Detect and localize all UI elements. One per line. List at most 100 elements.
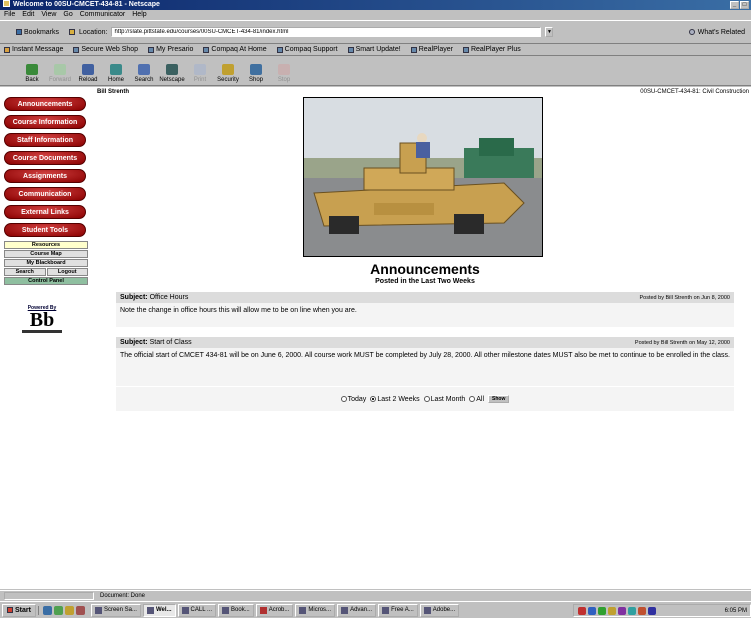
tray-icon[interactable]: [628, 606, 636, 615]
back-button[interactable]: Back: [18, 56, 46, 85]
windows-logo-icon: [7, 607, 13, 613]
resources-button[interactable]: Resources: [4, 241, 88, 249]
nav-communication[interactable]: Communication: [4, 187, 86, 201]
tray-icon[interactable]: [598, 606, 606, 615]
whats-related-button[interactable]: What's Related: [688, 29, 745, 36]
bookmark-page-icon: [462, 46, 469, 53]
announcement-posted: Posted by Bill Strenth on Jun 8, 2000: [639, 294, 730, 301]
radio-icon: [423, 395, 430, 402]
page-proxy-icon[interactable]: [69, 29, 76, 35]
taskbar-item[interactable]: Adobe...: [419, 603, 460, 617]
start-button[interactable]: Start: [2, 603, 36, 617]
desktop-icon[interactable]: [53, 605, 63, 615]
nav-announcements[interactable]: Announcements: [4, 97, 86, 111]
taskbar-item-active[interactable]: Wel...: [142, 603, 176, 617]
menu-view[interactable]: View: [41, 10, 56, 20]
nav-course-documents[interactable]: Course Documents: [4, 151, 86, 165]
logout-button[interactable]: Logout: [46, 268, 88, 276]
filter-option-last-month[interactable]: Last Month: [423, 395, 465, 403]
nav-student-tools[interactable]: Student Tools: [4, 223, 86, 237]
tray-icon[interactable]: [608, 606, 616, 615]
channels-icon[interactable]: [75, 605, 85, 615]
announcement-item: Subject: Start of Class Posted by Bill S…: [116, 337, 734, 386]
personal-item-realplayer-plus[interactable]: RealPlayer Plus: [462, 46, 521, 53]
filter-option-last-2-weeks[interactable]: Last 2 Weeks: [370, 395, 420, 403]
netscape-window: Welcome to 00SU-CMCET-434-81 - Netscape …: [0, 0, 751, 618]
minimize-button[interactable]: _: [730, 1, 739, 9]
window-controls: _ □: [730, 1, 749, 9]
announcement-body: Note the change in office hours this wil…: [116, 303, 734, 327]
search-logout-row: Search Logout: [4, 268, 88, 276]
show-button[interactable]: Show: [488, 395, 510, 403]
url-field[interactable]: [111, 27, 542, 37]
related-icon: [688, 29, 695, 35]
filter-option-all[interactable]: All: [469, 395, 484, 403]
print-icon: [194, 64, 206, 75]
status-bar: Document: Done: [0, 590, 751, 600]
search-button[interactable]: Search: [130, 56, 158, 85]
bookmarks-button[interactable]: Bookmarks: [16, 29, 59, 36]
bookmark-icon: [16, 29, 22, 35]
taskbar-item[interactable]: Book...: [218, 603, 254, 617]
personal-item-compaq-support[interactable]: Compaq Support: [276, 46, 338, 53]
menu-file[interactable]: File: [4, 10, 15, 20]
tray-icon[interactable]: [618, 606, 626, 615]
url-dropdown-button[interactable]: ▼: [545, 27, 554, 37]
navigation-toolbar: Back Forward Reload Home Search Netscape…: [0, 56, 751, 86]
blackboard-logo[interactable]: Powered By Bb: [22, 305, 62, 333]
taskbar-item[interactable]: Screen Sa...: [90, 603, 141, 617]
forward-button[interactable]: Forward: [46, 56, 74, 85]
personal-item-realplayer[interactable]: RealPlayer: [410, 46, 453, 53]
security-button[interactable]: Security: [214, 56, 242, 85]
personal-item-secure-web-shop[interactable]: Secure Web Shop: [73, 46, 138, 53]
tray-icon[interactable]: [648, 606, 656, 615]
print-button[interactable]: Print: [186, 56, 214, 85]
control-panel-button[interactable]: Control Panel: [4, 277, 88, 285]
announcement-posted: Posted by Bill Strenth on May 12, 2000: [634, 339, 730, 346]
nav-assignments[interactable]: Assignments: [4, 169, 86, 183]
menu-help[interactable]: Help: [132, 10, 146, 20]
filter-option-today[interactable]: Today: [340, 395, 366, 403]
netscape-button[interactable]: Netscape: [158, 56, 186, 85]
title-bar: Welcome to 00SU-CMCET-434-81 - Netscape …: [0, 0, 751, 10]
outlook-icon[interactable]: [64, 605, 74, 615]
reload-button[interactable]: Reload: [74, 56, 102, 85]
shop-button[interactable]: Shop: [242, 56, 270, 85]
menu-go[interactable]: Go: [63, 10, 72, 20]
status-text: Document: Done: [100, 592, 146, 599]
app-icon: [94, 606, 102, 614]
tray-icon[interactable]: [588, 606, 596, 615]
bookmarks-label: Bookmarks: [24, 28, 60, 36]
bookmark-page-icon: [347, 46, 354, 53]
tray-icon[interactable]: [578, 606, 586, 615]
maximize-button[interactable]: □: [740, 1, 749, 9]
nav-staff-information[interactable]: Staff Information: [4, 133, 86, 147]
announcement-subject: Subject: Start of Class: [120, 339, 192, 346]
taskbar-item[interactable]: Micros...: [295, 603, 336, 617]
subject-text: Office Hours: [149, 294, 189, 301]
ie-icon[interactable]: [42, 605, 52, 615]
my-blackboard-button[interactable]: My Blackboard: [4, 259, 88, 267]
personal-item-my-presario[interactable]: My Presario: [148, 46, 193, 53]
menu-edit[interactable]: Edit: [22, 10, 34, 20]
nav-external-links[interactable]: External Links: [4, 205, 86, 219]
search-link-button[interactable]: Search: [4, 268, 46, 276]
personal-item-label: Smart Update!: [355, 46, 401, 53]
taskbar-item[interactable]: Free A...: [378, 603, 418, 617]
taskbar-item[interactable]: CALL ...: [177, 603, 217, 617]
personal-item-instant-message[interactable]: Instant Message: [4, 46, 63, 53]
security-indicator[interactable]: [4, 591, 94, 600]
personal-item-smart-update[interactable]: Smart Update!: [347, 46, 401, 53]
nav-course-information[interactable]: Course Information: [4, 115, 86, 129]
home-button[interactable]: Home: [102, 56, 130, 85]
course-map-button[interactable]: Course Map: [4, 250, 88, 258]
taskbar-item[interactable]: Advan...: [337, 603, 377, 617]
tray-icon[interactable]: [638, 606, 646, 615]
personal-item-compaq-at-home[interactable]: Compaq At Home: [203, 46, 267, 53]
menu-communicator[interactable]: Communicator: [80, 10, 126, 20]
app-icon: [382, 606, 390, 614]
taskbar-item[interactable]: Acrob...: [255, 603, 294, 617]
task-label: Screen Sa...: [103, 606, 137, 613]
stop-button[interactable]: Stop: [270, 56, 298, 85]
back-arrow-icon: [26, 64, 38, 75]
